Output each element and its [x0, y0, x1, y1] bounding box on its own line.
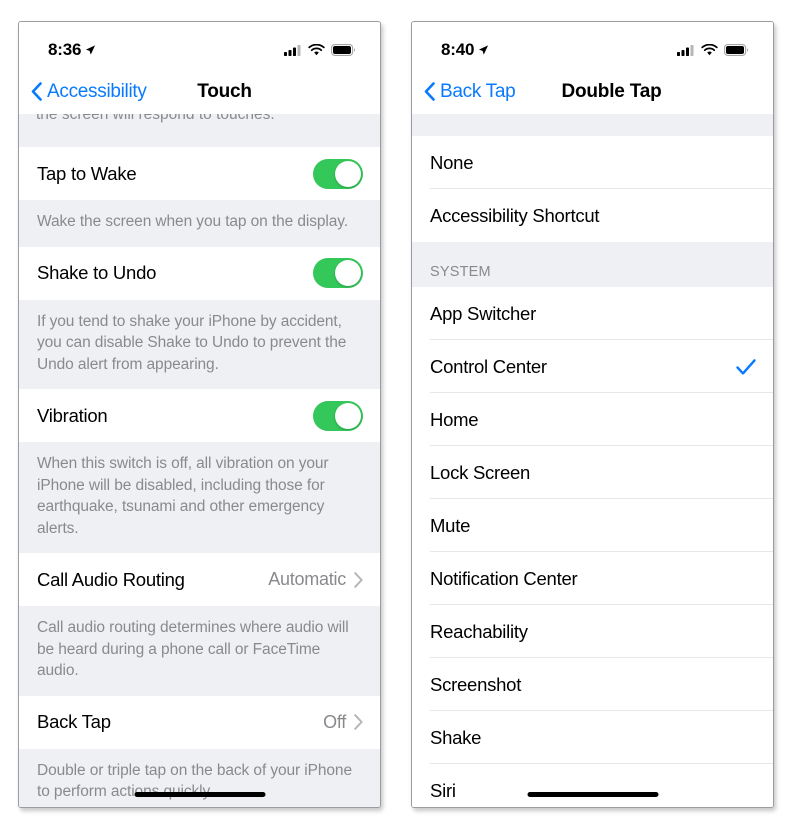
status-bar-icons: [284, 43, 356, 56]
navigation-bar: Accessibility Touch: [19, 69, 380, 114]
battery-icon: [331, 43, 356, 56]
location-arrow-icon: [86, 44, 96, 55]
row-siri[interactable]: Siri: [412, 764, 773, 807]
section-gap: [412, 242, 773, 264]
row-label: Screenshot: [430, 673, 522, 695]
action-list-scroll-view[interactable]: None Accessibility Shortcut SYSTEM App S…: [412, 114, 773, 807]
wifi-icon: [701, 43, 718, 55]
toggle-knob: [335, 160, 361, 187]
chevron-right-icon: [354, 714, 363, 730]
phone-left-touch-settings: 8:36 Accessibility Touch the screen will…: [18, 21, 381, 808]
navigation-bar: Back Tap Double Tap: [412, 69, 773, 114]
row-label: Notification Center: [430, 567, 578, 589]
row-accessory: Off: [323, 712, 363, 733]
settings-scroll-view[interactable]: the screen will respond to touches. Tap …: [19, 114, 380, 807]
row-screenshot[interactable]: Screenshot: [412, 658, 773, 711]
row-control-center[interactable]: Control Center: [412, 340, 773, 393]
footnote-tap-to-wake: Wake the screen when you tap on the disp…: [19, 200, 380, 247]
back-button-back-tap[interactable]: Back Tap: [424, 80, 516, 103]
row-home[interactable]: Home: [412, 393, 773, 446]
footnote-vibration: When this switch is off, all vibration o…: [19, 442, 380, 553]
row-label: Control Center: [430, 355, 547, 377]
footnote-shake-to-undo: If you tend to shake your iPhone by acci…: [19, 299, 380, 389]
chevron-left-icon: [424, 82, 435, 101]
row-notification-center[interactable]: Notification Center: [412, 552, 773, 605]
row-label: Back Tap: [37, 711, 111, 732]
cellular-signal-icon: [677, 44, 694, 56]
status-bar-time: 8:40: [441, 39, 475, 59]
row-label: Tap to Wake: [37, 162, 137, 184]
cellular-signal-icon: [284, 44, 301, 56]
row-label: Call Audio Routing: [37, 568, 185, 590]
location-arrow-icon: [479, 44, 489, 55]
wifi-icon: [308, 43, 325, 55]
row-accessory: Automatic: [268, 569, 363, 590]
row-app-switcher[interactable]: App Switcher: [412, 287, 773, 340]
checkmark-icon: [736, 358, 756, 375]
row-call-audio-routing[interactable]: Call Audio Routing Automatic: [19, 553, 380, 606]
chevron-right-icon: [354, 571, 363, 588]
row-value: Off: [323, 711, 346, 732]
row-label: Mute: [430, 514, 471, 536]
toggle-knob: [335, 260, 361, 286]
chevron-left-icon: [31, 82, 42, 101]
row-label: Home: [430, 408, 479, 430]
row-label: Shake to Undo: [37, 262, 157, 283]
footnote-call-audio-routing: Call audio routing determines where audi…: [19, 606, 380, 696]
section-header-system: SYSTEM: [412, 264, 773, 287]
row-label: Reachability: [430, 620, 528, 642]
toggle-shake-to-undo[interactable]: [313, 258, 363, 288]
row-value: Automatic: [268, 569, 346, 589]
row-label: Shake: [430, 726, 482, 748]
row-lock-screen[interactable]: Lock Screen: [412, 446, 773, 499]
footnote-back-tap: Double or triple tap on the back of your…: [19, 748, 380, 807]
clipped-footnote-above: the screen will respond to touches.: [19, 114, 380, 147]
status-bar-icons: [677, 43, 749, 56]
phone-right-double-tap-settings: 8:40 Back Tap Double Tap None Accessibil…: [411, 21, 774, 808]
row-label: None: [430, 151, 474, 173]
screenshot-stage: 8:36 Accessibility Touch the screen will…: [0, 0, 800, 829]
status-bar: 8:40: [412, 22, 773, 69]
list-top-spacer: [412, 114, 773, 136]
toggle-tap-to-wake[interactable]: [313, 158, 363, 189]
row-reachability[interactable]: Reachability: [412, 605, 773, 658]
back-button-label: Accessibility: [47, 80, 147, 102]
row-label: Accessibility Shortcut: [430, 204, 600, 226]
row-back-tap[interactable]: Back Tap Off: [19, 695, 380, 749]
status-bar-time: 8:36: [48, 39, 82, 59]
battery-icon: [724, 43, 749, 56]
row-shake-to-undo[interactable]: Shake to Undo: [19, 246, 380, 300]
row-label: Vibration: [37, 404, 108, 426]
back-button-accessibility[interactable]: Accessibility: [31, 81, 147, 103]
row-label: App Switcher: [430, 302, 536, 324]
row-label: Siri: [430, 779, 456, 801]
status-bar-clock-group: 8:36: [48, 40, 96, 60]
status-bar: 8:36: [19, 22, 380, 69]
row-accessibility-shortcut[interactable]: Accessibility Shortcut: [412, 189, 773, 242]
row-none[interactable]: None: [412, 136, 773, 189]
back-button-label: Back Tap: [440, 80, 516, 102]
status-bar-clock-group: 8:40: [441, 40, 489, 60]
row-mute[interactable]: Mute: [412, 499, 773, 552]
row-label: Lock Screen: [430, 461, 531, 483]
toggle-vibration[interactable]: [313, 400, 363, 431]
home-indicator[interactable]: [527, 792, 658, 797]
row-tap-to-wake[interactable]: Tap to Wake: [19, 147, 380, 200]
row-vibration[interactable]: Vibration: [19, 389, 380, 442]
home-indicator[interactable]: [134, 792, 265, 797]
toggle-knob: [335, 402, 361, 429]
row-shake[interactable]: Shake: [412, 711, 773, 764]
